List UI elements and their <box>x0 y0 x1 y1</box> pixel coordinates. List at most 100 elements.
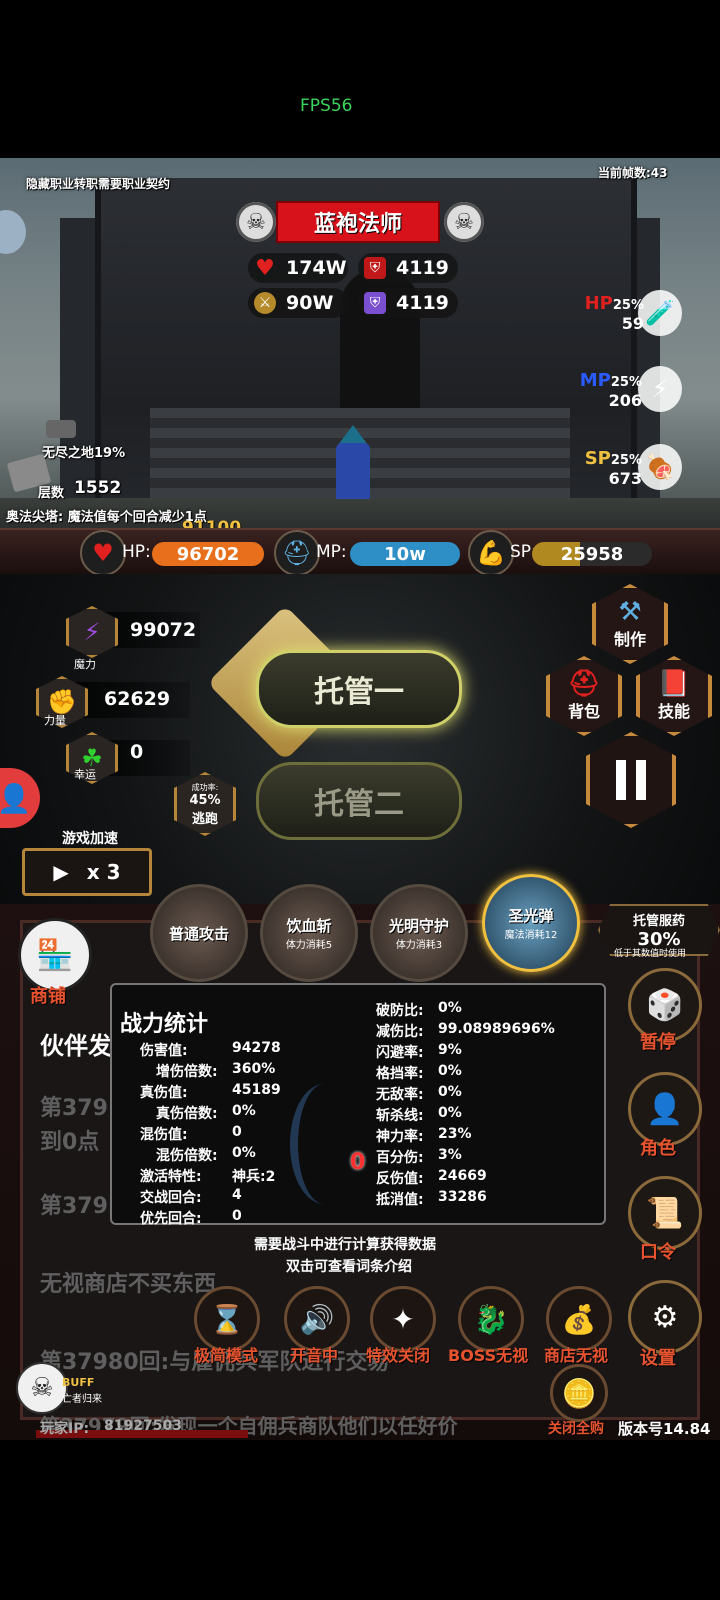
stat-value: 99.08989696% <box>438 1021 555 1037</box>
stats-hint-compute: 需要战斗中进行计算获得数据 <box>254 1237 436 1253</box>
log-line: 第379 <box>40 1096 108 1121</box>
auto-potion-note: 低于其数值时使用 <box>614 949 687 959</box>
coin-hand-icon[interactable]: 🪙 <box>550 1364 608 1422</box>
skull-icon-right: ☠ <box>444 202 484 242</box>
stat-label: 格挡率: <box>376 1066 424 1082</box>
frame-counter: 当前帧数:43 <box>598 166 668 180</box>
stat-label: 优先回合: <box>140 1211 202 1227</box>
stat-label: 激活特性: <box>140 1169 202 1185</box>
skill-normal-attack[interactable]: 普通攻击 <box>150 884 248 982</box>
stat-label: 反伤值: <box>376 1171 424 1187</box>
swirl-effect <box>290 1084 358 1204</box>
hp-label: HP: <box>122 542 151 562</box>
stat-value: 0% <box>232 1103 256 1119</box>
sound-on-label: 开音中 <box>290 1346 339 1365</box>
auto-two-button[interactable]: 托管二 <box>256 762 462 840</box>
sp-strength-icon: 💪 <box>468 530 514 576</box>
sp-food-icon[interactable]: 🍖 <box>638 444 682 490</box>
version-label: 版本号14.84 <box>618 1420 711 1438</box>
stat-label: 增伤倍数: <box>156 1064 218 1080</box>
attr-label-magic: 魔力 <box>74 658 96 671</box>
stat-value: 0 <box>232 1208 242 1224</box>
player-ip-label: 玩家IP: <box>40 1421 90 1437</box>
shop-ignore-label: 商店无视 <box>544 1346 609 1365</box>
command-label: 口令 <box>640 1242 676 1263</box>
close-all-buy-label: 关闭全购 <box>548 1421 604 1437</box>
gear-icon[interactable]: ⚙ <box>628 1280 702 1354</box>
stat-label: 百分伤: <box>376 1150 424 1166</box>
player-mage <box>330 425 376 505</box>
hp-potion-icon[interactable]: 🧪 <box>638 290 682 336</box>
boss-name: 蓝袍法师 <box>276 201 440 243</box>
floor-value: 1552 <box>74 478 122 498</box>
partner-title: 伙伴发 <box>40 1032 112 1060</box>
skill-blood-slash[interactable]: 饮血斩 体力消耗5 <box>260 884 358 982</box>
stats-title: 战力统计 <box>120 1012 209 1037</box>
stat-value: 0% <box>438 1063 462 1079</box>
minimal-mode-label: 极简模式 <box>194 1346 259 1365</box>
skull-icon-left: ☠ <box>236 202 276 242</box>
shop-label: 商铺 <box>30 986 66 1007</box>
stat-value: 23% <box>438 1126 472 1142</box>
helmet-icon: ⛑ <box>567 669 601 699</box>
stat-value: 0 <box>232 1124 242 1140</box>
sp-bottle-stat: SP25% 673 <box>584 448 642 488</box>
stat-value: 360% <box>232 1061 276 1077</box>
stat-label: 真伤倍数: <box>156 1106 218 1122</box>
speed-button[interactable]: ▶ x 3 <box>22 848 152 896</box>
stat-label: 混伤值: <box>140 1127 188 1143</box>
magic-shield-icon: ⛨ <box>364 292 386 314</box>
stat-value: 45189 <box>232 1082 281 1098</box>
log-line: 第379 <box>40 1194 108 1219</box>
stat-label: 真伤值: <box>140 1085 188 1101</box>
stat-label: 神力率: <box>376 1129 424 1145</box>
stat-label: 破防比: <box>376 1003 424 1019</box>
mp-value: 10w <box>350 542 460 566</box>
stat-value: 0% <box>438 1084 462 1100</box>
stat-label: 交战回合: <box>140 1190 202 1206</box>
player-ip: 81927503 <box>104 1418 182 1434</box>
stat-value: 4 <box>232 1187 242 1203</box>
play-icon: ▶ <box>53 860 69 884</box>
skill-holy-bolt[interactable]: 圣光弹 魔法消耗12 <box>482 874 580 972</box>
effects-off-label: 特效关闭 <box>366 1346 431 1365</box>
attr-label-luck: 幸运 <box>74 768 96 781</box>
stat-label: 抵消值: <box>376 1192 424 1208</box>
boss-magic-defense: ⛨ 4119 <box>358 288 458 318</box>
auto-one-button[interactable]: 托管一 <box>256 650 462 728</box>
buff-label: BUFF <box>62 1376 95 1389</box>
stat-value: 3% <box>438 1147 462 1163</box>
hp-bottle-stat: HP25% 59 <box>584 293 644 333</box>
skill-light-guard[interactable]: 光明守护 体力消耗3 <box>370 884 468 982</box>
fps-counter: FPS56 <box>300 96 353 116</box>
zone-progress: 无尽之地19% <box>42 446 126 461</box>
heart-icon: ♥ <box>255 255 275 281</box>
skull-buff-icon[interactable]: ☠ <box>16 1362 68 1414</box>
hammer-icon: ⚒ <box>618 597 642 627</box>
boss-hp: ♥ 174W <box>248 253 348 283</box>
stat-label: 无敌率: <box>376 1087 424 1103</box>
shop-icon[interactable]: 🏪 <box>18 918 92 992</box>
job-notice: 隐藏职业转职需要职业契约 <box>26 177 171 191</box>
attr-value-luck: 0 <box>130 741 144 763</box>
stat-label: 伤害值: <box>140 1043 188 1059</box>
log-line: 到0点 <box>40 1130 100 1155</box>
pause-icon <box>616 760 626 800</box>
buff-note: 亡者归来 <box>62 1394 102 1405</box>
tower-effect: 奥法尖塔: 魔法值每个回合减少1点 <box>6 510 207 525</box>
sp-value: 25958 <box>532 542 652 566</box>
boss-ignore-label: BOSS无视 <box>448 1346 529 1365</box>
skull-marker-icon <box>46 420 76 438</box>
stat-label: 减伤比: <box>376 1024 424 1040</box>
stat-label: 混伤倍数: <box>156 1148 218 1164</box>
mp-potion-icon[interactable]: ⚡ <box>638 366 682 412</box>
stats-hint-doubleclick: 双击可查看词条介绍 <box>286 1259 412 1275</box>
role-label: 角色 <box>640 1138 676 1159</box>
stat-value: 33286 <box>438 1189 487 1205</box>
stat-value: 24669 <box>438 1168 487 1184</box>
sword-icon: ⚔ <box>254 292 276 314</box>
pause-icon-bar <box>636 760 646 800</box>
stat-label: 闪避率: <box>376 1045 424 1061</box>
center-damage: 0 <box>350 1150 366 1175</box>
stat-value: 9% <box>438 1042 462 1058</box>
